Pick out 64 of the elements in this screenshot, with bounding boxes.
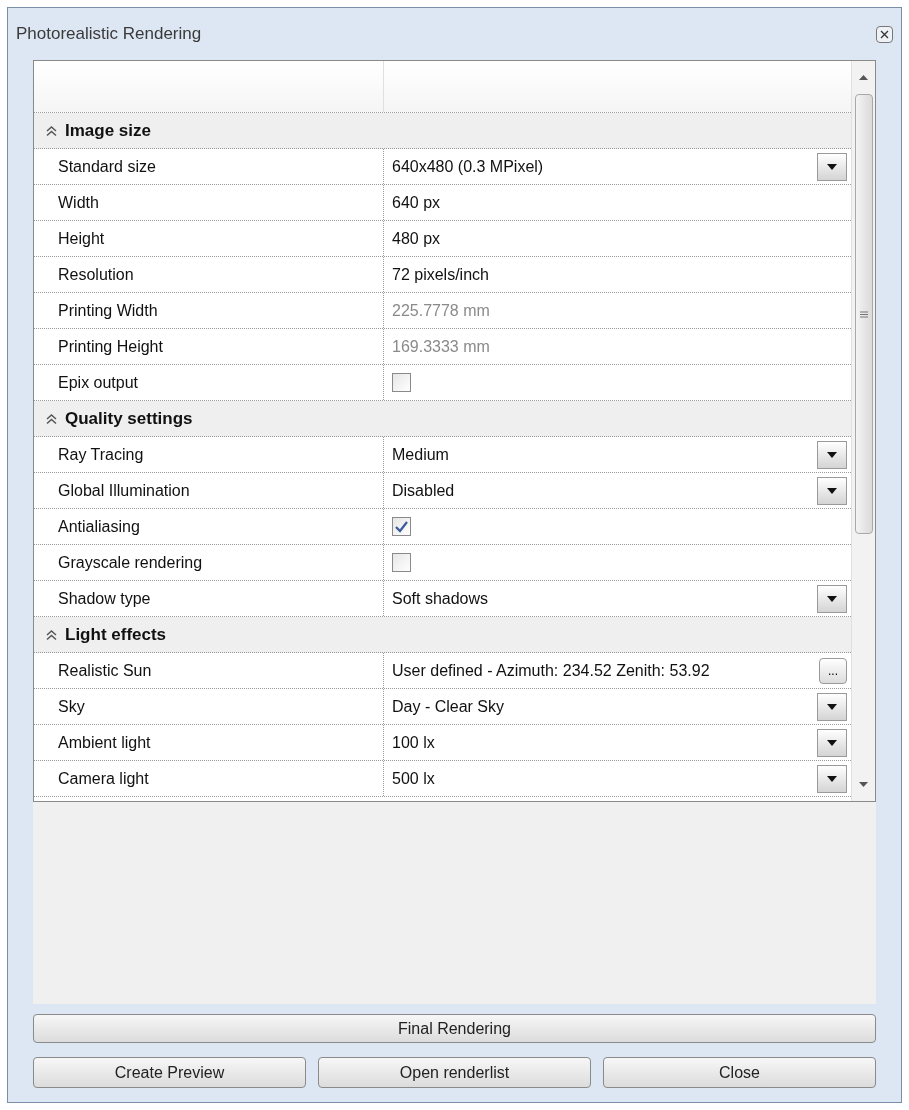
checkmark-icon xyxy=(395,520,408,533)
property-value: Soft shadows xyxy=(392,588,490,609)
checkbox[interactable] xyxy=(392,373,411,392)
scrollbar[interactable] xyxy=(851,61,875,801)
collapse-icon[interactable] xyxy=(46,412,57,425)
property-label: Sky xyxy=(58,696,85,717)
section-header: Light effects xyxy=(65,623,167,646)
property-label: Printing Height xyxy=(58,336,163,357)
caret-icon xyxy=(827,595,837,602)
property-value: 72 pixels/inch xyxy=(392,264,490,285)
caret-icon xyxy=(827,163,837,170)
scroll-thumb[interactable] xyxy=(854,94,873,534)
property-label: Shadow type xyxy=(58,588,151,609)
property-label: Height xyxy=(58,228,105,249)
caret-icon xyxy=(827,775,837,782)
checkbox[interactable] xyxy=(392,553,411,572)
property-label: Width xyxy=(58,192,99,213)
browse-button[interactable]: ... xyxy=(819,657,847,684)
caret-icon xyxy=(827,487,837,494)
property-value: Disabled xyxy=(392,480,456,501)
property-label: Grayscale rendering xyxy=(58,552,203,573)
dialog-button[interactable]: Open renderlist xyxy=(318,1057,591,1088)
section-header: Image size xyxy=(65,119,151,142)
dialog-button[interactable]: Close xyxy=(603,1057,876,1088)
collapse-icon[interactable] xyxy=(46,628,57,641)
property-label: Antialiasing xyxy=(58,516,140,537)
property-label: Epix output xyxy=(58,372,139,393)
scroll-down-icon[interactable] xyxy=(859,782,868,787)
property-label: Camera light xyxy=(58,768,149,789)
section-header: Quality settings xyxy=(65,407,193,430)
collapse-icon[interactable] xyxy=(46,124,57,137)
property-label: Printing Width xyxy=(58,300,158,321)
dropdown-button[interactable] xyxy=(817,584,847,613)
dropdown-button[interactable] xyxy=(817,728,847,757)
property-value: 100 lx xyxy=(392,732,436,753)
property-value: 169.3333 mm xyxy=(392,336,491,357)
caret-icon xyxy=(827,451,837,458)
dropdown-button[interactable] xyxy=(817,692,847,721)
property-value: User defined - Azimuth: 234.52 Zenith: 53.92 xyxy=(392,660,711,681)
caret-icon xyxy=(827,703,837,710)
property-value: 225.7778 mm xyxy=(392,300,491,321)
window-title: Photorealistic Rendering xyxy=(16,23,202,46)
property-label: Realistic Sun xyxy=(58,660,152,681)
property-value: 500 lx xyxy=(392,768,436,789)
scroll-up-icon[interactable] xyxy=(859,75,868,80)
dropdown-button[interactable] xyxy=(817,440,847,469)
checkbox[interactable] xyxy=(392,517,411,536)
property-value: 640x480 (0.3 MPixel) xyxy=(392,156,545,177)
dropdown-button[interactable] xyxy=(817,764,847,793)
property-value: Medium xyxy=(392,444,450,465)
property-value: 480 px xyxy=(392,228,442,249)
property-label: Standard size xyxy=(58,156,156,177)
final-rendering-button[interactable]: Final Rendering xyxy=(33,1014,876,1043)
dialog-button[interactable]: Create Preview xyxy=(33,1057,306,1088)
property-label: Ray Tracing xyxy=(58,444,144,465)
property-label: Resolution xyxy=(58,264,134,285)
property-label: Ambient light xyxy=(58,732,151,753)
property-label: Global Illumination xyxy=(58,480,190,501)
dropdown-button[interactable] xyxy=(817,152,847,181)
property-value: Day - Clear Sky xyxy=(392,696,506,717)
caret-icon xyxy=(827,739,837,746)
dropdown-button[interactable] xyxy=(817,476,847,505)
close-icon[interactable] xyxy=(876,25,893,43)
property-value: 640 px xyxy=(392,192,442,213)
